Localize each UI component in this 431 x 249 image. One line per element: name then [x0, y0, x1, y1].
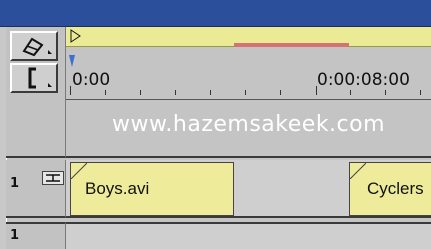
ruler-start-time: 0:00 [72, 70, 111, 90]
hand-tool-button[interactable] [10, 31, 58, 61]
ruler-tick [70, 86, 71, 95]
work-area-start-marker[interactable] [70, 29, 82, 43]
ruler-tick [175, 90, 176, 95]
ruler-tick [140, 90, 141, 95]
ruler-end-time: 0:00:08:00 [317, 70, 410, 90]
ruler-tick [420, 90, 421, 95]
ruler-tick [210, 90, 211, 95]
ruler-tick [350, 90, 351, 95]
watermark-text: www.hazemsakeek.com [111, 112, 386, 137]
current-time-marker[interactable] [67, 52, 77, 67]
ruler-tick [316, 86, 317, 95]
track-header[interactable]: 1 [6, 160, 66, 218]
track-header[interactable]: 1 [6, 222, 66, 249]
track-number: 1 [10, 176, 20, 191]
clip-corner-icon [350, 163, 366, 179]
ruler-tick [245, 90, 246, 95]
in-point-tool-button[interactable] [10, 63, 58, 93]
clip-corner-icon [71, 163, 87, 179]
clip-cyclers[interactable]: Cyclers [349, 162, 431, 216]
track-number: 1 [10, 228, 20, 243]
clip-label: Cyclers [367, 179, 424, 198]
clip-label: Boys.avi [85, 179, 150, 198]
track-toggle-icon[interactable] [42, 170, 64, 189]
ruler-tick [105, 90, 106, 95]
ruler-tick [280, 90, 281, 95]
ruler-tick [385, 90, 386, 95]
clip-boys-avi[interactable]: Boys.avi [70, 162, 234, 216]
empty-row-header [6, 100, 66, 158]
title-bar [0, 0, 431, 27]
second-track[interactable] [66, 222, 431, 249]
